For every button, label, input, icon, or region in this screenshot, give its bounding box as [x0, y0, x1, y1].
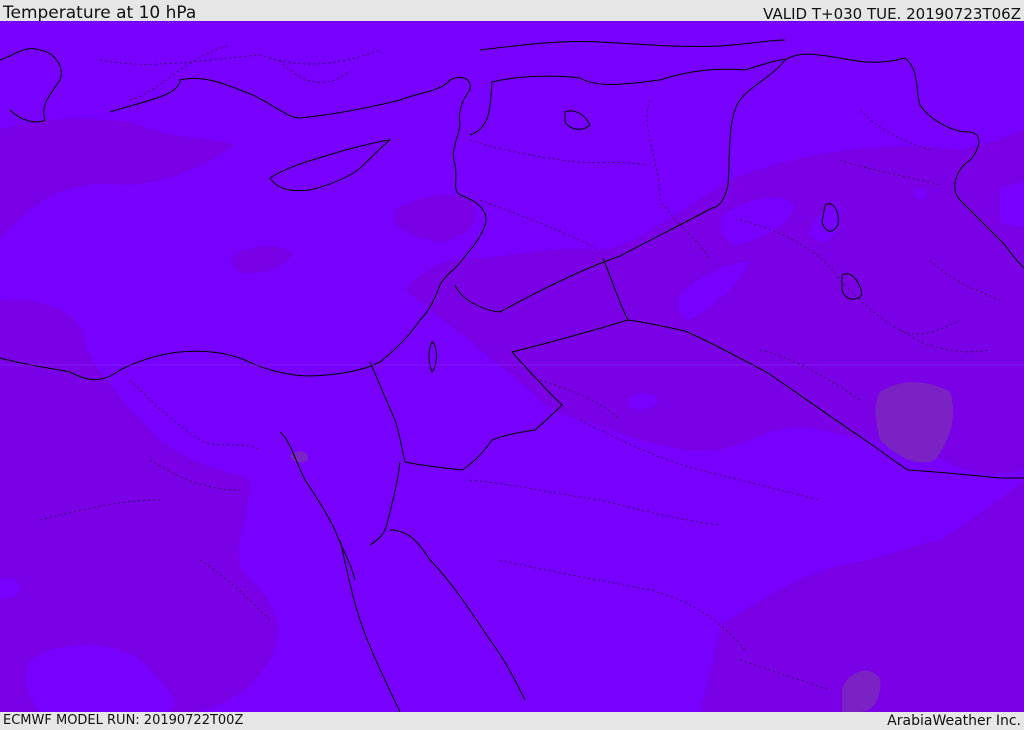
weather-map[interactable] — [0, 21, 1024, 712]
credit-label: ArabiaWeather Inc. — [887, 713, 1021, 729]
footer-bar: ECMWF MODEL RUN: 20190722T00Z ArabiaWeat… — [0, 712, 1024, 729]
map-title: Temperature at 10 hPa — [3, 3, 197, 23]
header-bar: Temperature at 10 hPa VALID T+030 TUE. 2… — [0, 0, 1024, 23]
pocket-4 — [1000, 182, 1024, 228]
model-run: ECMWF MODEL RUN: 20190722T00Z — [3, 713, 244, 728]
